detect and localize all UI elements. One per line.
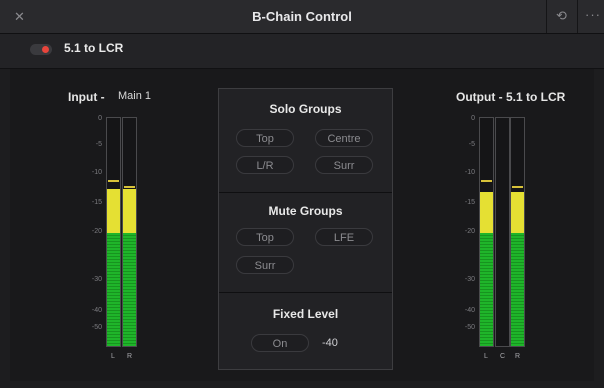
meter-scale-label: -15 [464, 199, 475, 206]
input-bus: Main 1 [118, 90, 152, 102]
meter-scale-label: -5 [95, 141, 102, 148]
input-channel-label: L [111, 353, 115, 360]
meter-scale-label: 0 [98, 115, 102, 122]
window-title: B-Chain Control [252, 9, 352, 24]
meter-scale-label: -20 [91, 228, 102, 235]
meter-scale-label: -10 [91, 169, 102, 176]
meter-scale-label: -40 [464, 307, 475, 314]
meter-fill-green [123, 233, 136, 346]
output-meter-c [495, 117, 510, 347]
mute-groups-section: Mute Groups Top LFE Surr [219, 193, 392, 293]
meter-fill-green [107, 233, 120, 346]
preset-label: 5.1 to LCR [64, 41, 124, 55]
meter-scale-label: -50 [464, 324, 475, 331]
fixed-level-on-button[interactable]: On [251, 334, 309, 352]
output-header: Output - 5.1 to LCR [456, 90, 566, 104]
meter-fill-green [511, 233, 524, 346]
titlebar-divider [546, 0, 547, 33]
mute-lfe-button[interactable]: LFE [315, 228, 373, 246]
input-meter-l [106, 117, 121, 347]
output-channel-label: L [484, 353, 488, 360]
meter-peak-marker [512, 186, 523, 188]
input-header: Input - [68, 90, 105, 104]
titlebar-divider [577, 0, 578, 33]
meter-peak-marker [481, 180, 492, 182]
input-meter-r [122, 117, 137, 347]
group-controls-panel: Solo Groups Top Centre L/R Surr Mute Gro… [218, 88, 393, 370]
fixed-level-section: Fixed Level On -40 [219, 293, 392, 369]
solo-groups-title: Solo Groups [269, 102, 342, 116]
input-channel-label: R [127, 353, 133, 360]
mute-top-button[interactable]: Top [236, 228, 294, 246]
solo-top-button[interactable]: Top [236, 129, 294, 147]
solo-centre-button[interactable]: Centre [315, 129, 373, 147]
output-meter-l [479, 117, 494, 347]
solo-surr-button[interactable]: Surr [315, 156, 373, 174]
solo-lr-button[interactable]: L/R [236, 156, 294, 174]
solo-groups-section: Solo Groups Top Centre L/R Surr [219, 89, 392, 193]
meter-scale-label: -30 [91, 276, 102, 283]
meter-fill-yellow [480, 192, 493, 233]
meter-scale-label: -50 [91, 324, 102, 331]
meter-fill-yellow [123, 189, 136, 233]
mute-surr-button[interactable]: Surr [236, 256, 294, 274]
output-channel-label: C [500, 353, 506, 360]
output-meter-r [510, 117, 525, 347]
meter-fill-yellow [107, 189, 120, 233]
meter-scale-label: -30 [464, 276, 475, 283]
reset-history-icon[interactable]: ⟲ [556, 8, 567, 24]
output-channel-label: R [515, 353, 521, 360]
meter-scale-label: -20 [464, 228, 475, 235]
meter-peak-marker [108, 180, 119, 182]
fixed-level-value: -40 [322, 337, 338, 349]
meter-peak-marker [124, 186, 135, 188]
meter-scale-label: -10 [464, 169, 475, 176]
fixed-level-title: Fixed Level [272, 307, 339, 321]
more-options-icon[interactable]: ··· [585, 7, 601, 22]
meter-scale-label: -40 [91, 307, 102, 314]
title-bar: ✕ B-Chain Control ⟲ ··· [0, 0, 604, 34]
meter-scale-label: 0 [471, 115, 475, 122]
meter-fill-yellow [511, 192, 524, 233]
meter-fill-green [480, 233, 493, 346]
mute-groups-title: Mute Groups [268, 204, 343, 218]
preset-toggle[interactable] [30, 44, 52, 55]
meter-scale-label: -5 [468, 141, 475, 148]
active-indicator-icon [42, 46, 49, 53]
meter-scale-label: -15 [91, 199, 102, 206]
